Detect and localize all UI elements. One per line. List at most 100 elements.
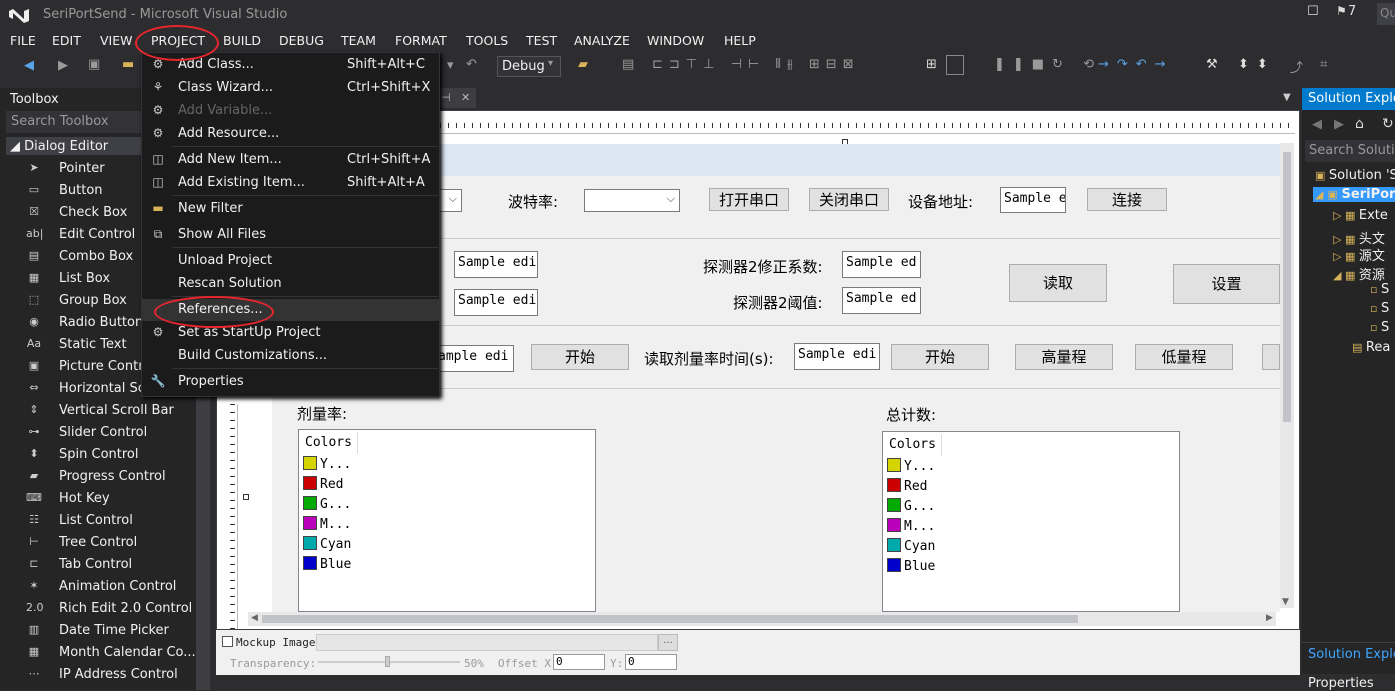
menu-file[interactable]: FILE bbox=[10, 33, 36, 48]
high-range-button[interactable]: 高量程 bbox=[1015, 344, 1113, 370]
edit-field-2[interactable]: Sample edi bbox=[454, 289, 538, 316]
list-item[interactable]: M... bbox=[887, 518, 935, 538]
sync-icon[interactable]: ↻ bbox=[1382, 116, 1394, 132]
find-icon[interactable]: ▰ bbox=[578, 57, 588, 72]
toolbox-item-progress-control[interactable]: ▰ Progress Control bbox=[26, 466, 196, 488]
resize-handle-left[interactable] bbox=[243, 494, 249, 500]
menu-help[interactable]: HELP bbox=[724, 33, 756, 48]
solution-explorer-tab[interactable]: Solution Explor bbox=[1302, 645, 1395, 665]
read-button[interactable]: 读取 bbox=[1009, 264, 1107, 302]
breakpoint-icon[interactable]: ⚒ bbox=[1206, 57, 1218, 72]
list-item[interactable]: Red bbox=[303, 476, 343, 496]
solution-tree-item[interactable]: ▫ S bbox=[1370, 282, 1389, 297]
list-item[interactable]: Cyan bbox=[303, 536, 351, 556]
solution-tree-item[interactable]: ▣ Solution 'S bbox=[1315, 168, 1395, 183]
toolbox-item-date-time-picker[interactable]: ▥ Date Time Picker bbox=[26, 620, 196, 642]
partial-button[interactable] bbox=[1262, 344, 1280, 370]
bookmark-icons[interactable]: ⬍⬍ bbox=[1238, 57, 1276, 72]
forward-icon[interactable]: ▶ bbox=[1334, 117, 1344, 132]
vertical-scrollbar-thumb[interactable] bbox=[1283, 152, 1291, 422]
list-item[interactable]: Red bbox=[887, 478, 927, 498]
grid-icon[interactable]: ⊞ bbox=[926, 57, 937, 72]
device-address-field[interactable]: Sample e bbox=[1000, 187, 1066, 213]
toolbox-item-animation-control[interactable]: ✶ Animation Control bbox=[26, 576, 196, 598]
solution-tree-item[interactable]: ◢ ▦ 资源 bbox=[1333, 264, 1385, 283]
menu-item-add-variable[interactable]: ⚙ Add Variable... bbox=[142, 100, 439, 122]
toolbox-item-month-calendar-co[interactable]: ▦ Month Calendar Co... bbox=[26, 642, 196, 664]
flag-icon[interactable]: ⚑ bbox=[1336, 4, 1347, 18]
solution-tree-item[interactable]: ▫ S bbox=[1370, 301, 1389, 316]
menu-window[interactable]: WINDOW bbox=[647, 33, 704, 48]
solution-search-input[interactable]: Search Solution bbox=[1305, 140, 1395, 162]
tab-list-dropdown-icon[interactable]: ▼ bbox=[1283, 92, 1291, 103]
list-item[interactable]: G... bbox=[887, 498, 935, 518]
pin-icon[interactable]: ⊣ bbox=[441, 91, 451, 104]
dose-rate-listbox[interactable]: Colors Y... Red G... M... Cyan Blue bbox=[298, 429, 596, 612]
menu-item-unload-project[interactable]: Unload Project bbox=[142, 250, 439, 272]
align-icons[interactable]: ⊏⊐⊤⊥ ⊣⊢ ⫴⫵ ⊞⊟⊠ bbox=[652, 57, 860, 72]
solution-tree-item[interactable]: ▫ S bbox=[1370, 320, 1389, 335]
toolbox-item-list-control[interactable]: ☷ List Control bbox=[26, 510, 196, 532]
detector2-threshold-field[interactable]: Sample ed bbox=[842, 287, 921, 314]
scroll-right-icon[interactable]: ▶ bbox=[1266, 613, 1273, 623]
new-project-icon[interactable]: ▣ bbox=[88, 57, 100, 72]
list-item[interactable]: Blue bbox=[887, 558, 935, 578]
guides-icon[interactable] bbox=[946, 55, 964, 75]
test-dialog-icon[interactable]: ▤ bbox=[622, 57, 634, 72]
menu-item-show-all-files[interactable]: ⧉ Show All Files bbox=[142, 224, 439, 246]
total-count-listbox[interactable]: Colors Y... Red G... M... Cyan Blue bbox=[882, 431, 1180, 612]
chevron-down-icon[interactable]: ▾ bbox=[548, 58, 553, 69]
low-range-button[interactable]: 低量程 bbox=[1135, 344, 1233, 370]
toolbox-item-ip-address-control[interactable]: ⋯ IP Address Control bbox=[26, 664, 196, 686]
step-icons[interactable]: →↷↶→ bbox=[1098, 57, 1174, 72]
connect-button[interactable]: 连接 bbox=[1087, 188, 1167, 211]
mockup-checkbox[interactable] bbox=[222, 636, 233, 647]
back-icon[interactable]: ◀ bbox=[1312, 117, 1322, 132]
config-dropdown-icon[interactable]: ▾ bbox=[447, 58, 454, 73]
menu-item-class-wizard[interactable]: ⚘ Class Wizard... Ctrl+Shift+X bbox=[142, 77, 439, 99]
mockup-image-path[interactable] bbox=[316, 634, 658, 651]
toolbox-item-spin-control[interactable]: ⬍ Spin Control bbox=[26, 444, 196, 466]
menu-view[interactable]: VIEW bbox=[100, 33, 133, 48]
quick-launch-input[interactable]: Qu bbox=[1377, 3, 1395, 25]
comment-icon[interactable]: ⤴ bbox=[1290, 57, 1303, 76]
edit-field-3[interactable]: ample edi bbox=[434, 345, 514, 372]
toolbox-item-tab-control[interactable]: ⊏ Tab Control bbox=[26, 554, 196, 576]
menu-debug[interactable]: DEBUG bbox=[279, 33, 324, 48]
menu-item-rescan-solution[interactable]: Rescan Solution bbox=[142, 273, 439, 295]
list-item[interactable]: M... bbox=[303, 516, 351, 536]
back-icon[interactable]: ◀ bbox=[24, 58, 34, 73]
debug-controls-icons[interactable]: ❚❚■↻ ⟲ bbox=[994, 57, 1102, 72]
list-item[interactable]: G... bbox=[303, 496, 351, 516]
toolbox-item-rich-edit-2-0-control[interactable]: 2.0 Rich Edit 2.0 Control bbox=[26, 598, 196, 620]
forward-icon[interactable]: ▶ bbox=[58, 58, 68, 73]
toolbox-item-vertical-scroll-bar[interactable]: ⇕ Vertical Scroll Bar bbox=[26, 400, 196, 422]
more-toolbar-icon[interactable]: ⌗ bbox=[1320, 57, 1327, 72]
scroll-down-icon[interactable]: ▼ bbox=[1282, 597, 1289, 607]
menu-format[interactable]: FORMAT bbox=[395, 33, 447, 48]
list-item[interactable]: Cyan bbox=[887, 538, 935, 558]
notification-icon[interactable]: ☐ bbox=[1307, 4, 1319, 19]
solution-tree-item[interactable]: ▷ ▦ Exte bbox=[1333, 208, 1388, 223]
menu-item-add-resource[interactable]: ⚙ Add Resource... bbox=[142, 123, 439, 145]
list-item[interactable]: Blue bbox=[303, 556, 351, 576]
baud-rate-combo[interactable]: ⌵ bbox=[584, 189, 680, 212]
home-icon[interactable]: ⌂ bbox=[1355, 116, 1364, 132]
open-folder-icon[interactable]: ▬ bbox=[122, 57, 134, 72]
offset-y-field[interactable]: 0 bbox=[625, 654, 677, 670]
list-item[interactable]: Y... bbox=[887, 458, 935, 478]
menu-build[interactable]: BUILD bbox=[223, 33, 261, 48]
list-item[interactable]: Y... bbox=[303, 456, 351, 476]
menu-item-new-filter[interactable]: ▬ New Filter bbox=[142, 198, 439, 220]
horizontal-scrollbar-thumb[interactable] bbox=[262, 615, 1078, 623]
menu-item-add-new-item[interactable]: ◫ Add New Item... Ctrl+Shift+A bbox=[142, 149, 439, 171]
browse-button[interactable]: ... bbox=[658, 634, 678, 651]
menu-edit[interactable]: EDIT bbox=[52, 33, 81, 48]
transparency-slider-thumb[interactable] bbox=[385, 656, 390, 667]
solution-tree-item[interactable]: ◢ ▣ SeriPor bbox=[1313, 187, 1395, 202]
solution-tree-item[interactable]: ▤ Rea bbox=[1352, 340, 1390, 355]
start-button-1[interactable]: 开始 bbox=[531, 344, 629, 370]
undo-icon[interactable]: ↶ bbox=[466, 57, 477, 72]
offset-x-field[interactable]: 0 bbox=[553, 654, 605, 670]
toolbox-item-slider-control[interactable]: ⊶ Slider Control bbox=[26, 422, 196, 444]
